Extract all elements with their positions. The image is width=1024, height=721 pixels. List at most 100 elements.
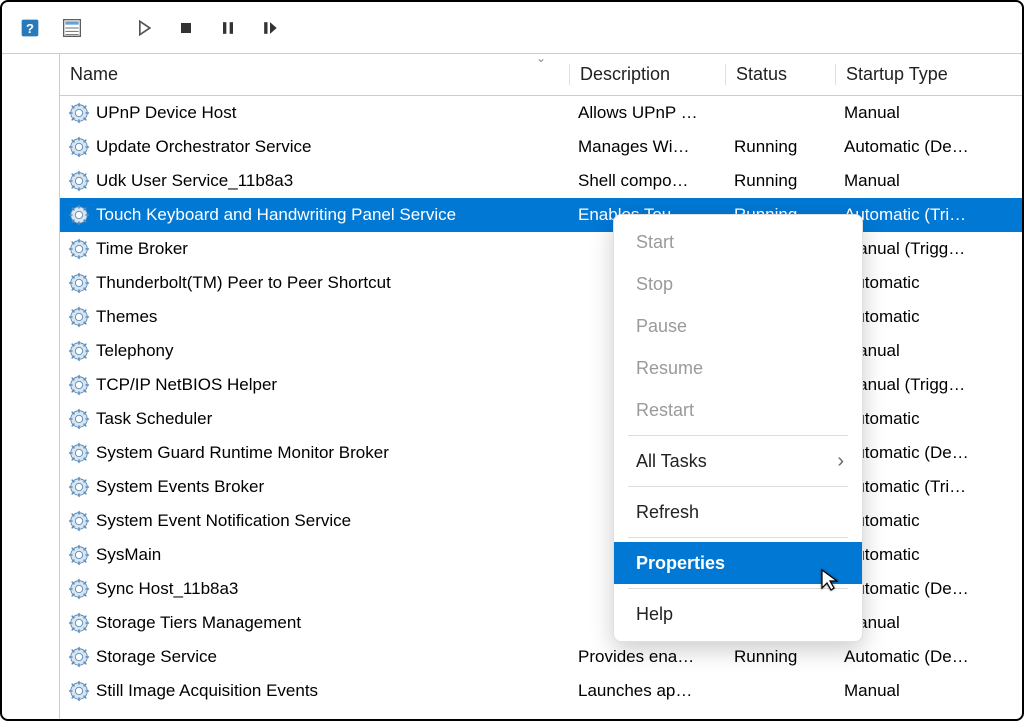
details-icon (62, 18, 82, 38)
table-row[interactable]: Touch Keyboard and Handwriting Panel Ser… (60, 198, 1022, 232)
menu-item-all-tasks[interactable]: All Tasks (614, 440, 862, 482)
menu-separator (628, 588, 848, 589)
menu-item-pause: Pause (614, 305, 862, 347)
help-icon: ? (20, 18, 40, 38)
menu-separator (628, 435, 848, 436)
cell-startup: Automatic (De… (836, 443, 1022, 463)
cell-name: Udk User Service_11b8a3 (60, 170, 570, 192)
table-row[interactable]: UPnP Device HostAllows UPnP … Manual (60, 96, 1022, 130)
table-row[interactable]: Still Image Acquisition Events Launches a… (60, 674, 1022, 708)
gear-icon (68, 510, 90, 532)
service-name-label: Touch Keyboard and Handwriting Panel Ser… (96, 205, 456, 225)
table-row[interactable]: Storage ServiceProvides ena…RunningAutom… (60, 640, 1022, 674)
service-name-label: Telephony (96, 341, 174, 361)
service-name-label: Time Broker (96, 239, 188, 259)
service-rows: UPnP Device HostAllows UPnP … Manual Updat… (60, 96, 1022, 708)
gear-icon (68, 204, 90, 226)
cell-startup: Manual (Trigg… (836, 239, 1022, 259)
table-row[interactable]: System Event Notification Service Automat… (60, 504, 1022, 538)
gear-icon (68, 102, 90, 124)
play-icon (134, 18, 154, 38)
gear-icon (68, 340, 90, 362)
mouse-cursor (818, 568, 842, 597)
cell-startup: Automatic (836, 273, 1022, 293)
stop-service-button[interactable] (170, 12, 202, 44)
col-header-name[interactable]: Name (60, 64, 570, 85)
restart-service-button[interactable] (254, 12, 286, 44)
cell-name: Storage Service (60, 646, 570, 668)
table-row[interactable]: Udk User Service_11b8a3 Shell compo…Runni… (60, 164, 1022, 198)
cell-name: System Events Broker (60, 476, 570, 498)
help-button[interactable]: ? (14, 12, 46, 44)
gear-icon (68, 578, 90, 600)
table-row[interactable]: System Guard Runtime Monitor Broker Autom… (60, 436, 1022, 470)
cell-startup: Automatic (836, 307, 1022, 327)
service-name-label: Storage Tiers Management (96, 613, 301, 633)
cell-name: Sync Host_11b8a3 (60, 578, 570, 600)
gear-icon (68, 544, 90, 566)
gear-icon (68, 238, 90, 260)
gear-icon (68, 272, 90, 294)
table-row[interactable]: Update Orchestrator ServiceManages Wi…Ru… (60, 130, 1022, 164)
cell-description: Shell compo… (570, 171, 726, 191)
cell-startup: Automatic (Tri… (836, 205, 1022, 225)
menu-item-refresh[interactable]: Refresh (614, 491, 862, 533)
step-icon (260, 18, 280, 38)
table-row[interactable]: Thunderbolt(TM) Peer to Peer ShortcutAut… (60, 266, 1022, 300)
table-row[interactable]: Sync Host_11b8a3Automatic (De… (60, 572, 1022, 606)
table-row[interactable]: Themes Automatic (60, 300, 1022, 334)
cell-status: Running (726, 137, 836, 157)
menu-separator (628, 537, 848, 538)
cell-name: UPnP Device Host (60, 102, 570, 124)
start-service-button[interactable] (128, 12, 160, 44)
cell-startup: Automatic (836, 511, 1022, 531)
service-name-label: System Guard Runtime Monitor Broker (96, 443, 389, 463)
stop-icon (176, 18, 196, 38)
cell-name: Themes (60, 306, 570, 328)
cell-name: Touch Keyboard and Handwriting Panel Ser… (60, 204, 570, 226)
pause-service-button[interactable] (212, 12, 244, 44)
gear-icon (68, 646, 90, 668)
gear-icon (68, 170, 90, 192)
cell-description: Launches ap… (570, 681, 726, 701)
table-row[interactable]: Telephony Manual (60, 334, 1022, 368)
cell-startup: Manual (836, 171, 1022, 191)
cell-name: Still Image Acquisition Events (60, 680, 570, 702)
service-name-label: Sync Host_11b8a3 (96, 579, 238, 599)
cell-startup: Automatic (De… (836, 647, 1022, 667)
cell-startup: Manual (836, 341, 1022, 361)
service-name-label: Update Orchestrator Service (96, 137, 311, 157)
table-row[interactable]: Task SchedulerAutomatic (60, 402, 1022, 436)
gear-icon (68, 374, 90, 396)
cell-status: Running (726, 647, 836, 667)
gear-icon (68, 442, 90, 464)
menu-item-start: Start (614, 221, 862, 263)
table-row[interactable]: Storage Tiers Management Manual (60, 606, 1022, 640)
gear-icon (68, 408, 90, 430)
table-row[interactable]: TCP/IP NetBIOS Helper Manual (Trigg… (60, 368, 1022, 402)
cell-name: System Event Notification Service (60, 510, 570, 532)
menu-item-restart: Restart (614, 389, 862, 431)
cell-startup: Manual (836, 103, 1022, 123)
table-row[interactable]: System Events BrokerAutomatic (Tri… (60, 470, 1022, 504)
menu-separator (628, 486, 848, 487)
col-header-startup[interactable]: Startup Type (836, 64, 1022, 85)
svg-text:?: ? (26, 21, 34, 36)
cell-startup: Manual (Trigg… (836, 375, 1022, 395)
table-row[interactable]: SysMainAutomatic (60, 538, 1022, 572)
table-row[interactable]: Time Broker Manual (Trigg… (60, 232, 1022, 266)
menu-item-help[interactable]: Help (614, 593, 862, 635)
gear-icon (68, 306, 90, 328)
menu-item-stop: Stop (614, 263, 862, 305)
cell-description: Allows UPnP … (570, 103, 726, 123)
service-name-label: Task Scheduler (96, 409, 212, 429)
cell-startup: Manual (836, 613, 1022, 633)
gear-icon (68, 476, 90, 498)
cell-name: TCP/IP NetBIOS Helper (60, 374, 570, 396)
service-name-label: Still Image Acquisition Events (96, 681, 318, 701)
cell-status: Running (726, 171, 836, 191)
col-header-description[interactable]: Description (570, 64, 726, 85)
service-name-label: Udk User Service_11b8a3 (96, 171, 293, 191)
col-header-status[interactable]: Status (726, 64, 836, 85)
view-details-button[interactable] (56, 12, 88, 44)
